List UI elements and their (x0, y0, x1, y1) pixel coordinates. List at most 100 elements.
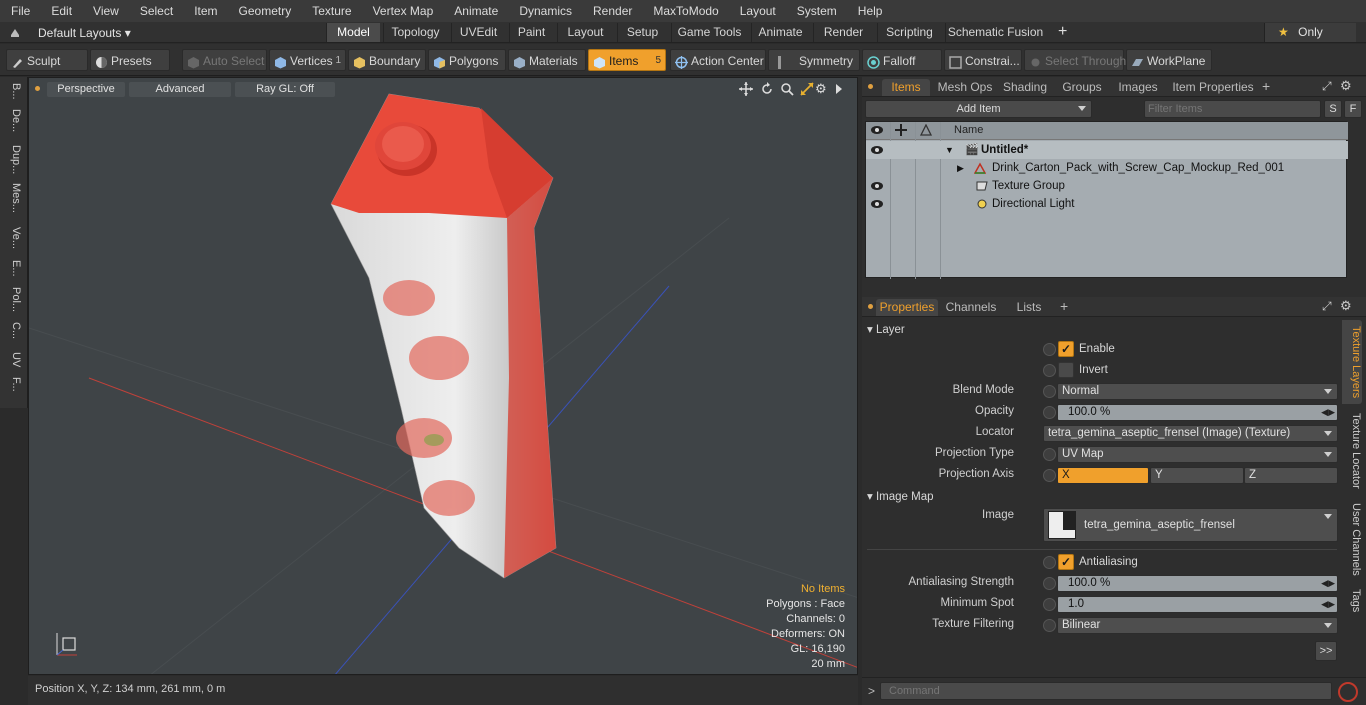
enable-anim-dot[interactable] (1043, 343, 1056, 356)
boundary-button[interactable]: Boundary (348, 49, 426, 71)
left-tab-2[interactable]: Dup... (4, 145, 22, 174)
default-layouts-dropdown[interactable]: Default Layouts ▾ (38, 24, 131, 42)
more-properties-button[interactable]: >> (1315, 641, 1337, 661)
properties-panel-expand-icon[interactable]: ⤢ (1322, 299, 1332, 314)
command-record-icon[interactable] (1338, 682, 1358, 702)
projection-axis-y[interactable]: Y (1150, 467, 1244, 484)
menu-select[interactable]: Select (129, 0, 183, 22)
menu-file[interactable]: File (0, 0, 40, 22)
menu-maxtomodo[interactable]: MaxToModo (642, 0, 728, 22)
tab-tags[interactable]: Tags (1342, 584, 1362, 618)
antialiasing-strength-slider[interactable]: 100.0 % ◀▶ (1057, 575, 1338, 592)
left-tab-3[interactable]: Mes... (4, 183, 22, 213)
invert-anim-dot[interactable] (1043, 364, 1056, 377)
panel-menu-dot[interactable] (868, 84, 873, 89)
fit-view-icon[interactable] (800, 82, 814, 99)
tab-texture-layers[interactable]: Texture Layers (1342, 320, 1362, 404)
layout-tab-layout[interactable]: Layout (557, 23, 613, 42)
move-view-icon[interactable] (739, 82, 753, 99)
layout-tab-uvedit[interactable]: UVEdit (451, 23, 505, 42)
menu-help[interactable]: Help (847, 0, 893, 22)
menu-render[interactable]: Render (582, 0, 642, 22)
minimum-spot-slider[interactable]: 1.0 ◀▶ (1057, 596, 1338, 613)
menu-vertex-map[interactable]: Vertex Map (362, 0, 444, 22)
tab-item-properties[interactable]: Item Properties (1166, 79, 1260, 96)
auto-select-button[interactable]: Auto Select (182, 49, 267, 71)
command-input[interactable] (880, 682, 1332, 700)
tab-groups[interactable]: Groups (1054, 79, 1110, 96)
menu-animate[interactable]: Animate (443, 0, 508, 22)
properties-panel-gear-icon[interactable]: ⚙ (1340, 298, 1352, 314)
filter-s-button[interactable]: S (1324, 100, 1342, 118)
visibility-eye-icon[interactable] (870, 198, 884, 216)
layout-tab-model[interactable]: Model (326, 23, 380, 42)
tab-user-channels[interactable]: User Channels (1342, 498, 1362, 580)
image-dropdown[interactable]: tetra_gemina_aseptic_frensel (1043, 508, 1338, 542)
item-row-directional-light[interactable]: Directional Light (866, 195, 1348, 213)
projection-type-dropdown[interactable]: UV Map (1057, 446, 1338, 463)
left-tab-1[interactable]: De... (4, 109, 22, 132)
viewport-expand-arrow-icon[interactable] (834, 82, 844, 99)
tab-texture-locator[interactable]: Texture Locator (1342, 408, 1362, 494)
menu-texture[interactable]: Texture (301, 0, 361, 22)
expand-triangle-icon[interactable]: ▼ (945, 141, 954, 159)
raygl-button[interactable]: Ray GL: Off (235, 82, 335, 97)
layout-tab-animate[interactable]: Animate (751, 23, 809, 42)
items-panel-expand-icon[interactable]: ⤢ (1322, 79, 1332, 94)
rotate-view-icon[interactable] (760, 82, 774, 99)
layout-tab-schematic-fusion[interactable]: Schematic Fusion (945, 23, 1045, 42)
menu-edit[interactable]: Edit (40, 0, 82, 22)
slider-arrows-icon[interactable]: ◀▶ (1321, 576, 1335, 591)
polygons-button[interactable]: Polygons (428, 49, 506, 71)
projection-axis-z[interactable]: Z (1244, 467, 1338, 484)
tab-shading[interactable]: Shading (1000, 79, 1050, 96)
viewport-menu-dot[interactable] (35, 86, 40, 91)
items-button[interactable]: Items 5 (588, 49, 666, 71)
menu-layout[interactable]: Layout (729, 0, 786, 22)
layout-tab-scripting[interactable]: Scripting (877, 23, 941, 42)
item-row-carton-mesh[interactable]: ▶ Drink_Carton_Pack_with_Screw_Cap_Mocku… (866, 159, 1348, 177)
expand-triangle-icon[interactable]: ▶ (957, 159, 964, 177)
layout-tab-setup[interactable]: Setup (617, 23, 667, 42)
filter-f-button[interactable]: F (1344, 100, 1362, 118)
advanced-button[interactable]: Advanced (129, 82, 231, 97)
blend-mode-anim-dot[interactable] (1043, 385, 1056, 398)
texture-filtering-anim-dot[interactable] (1043, 619, 1056, 632)
3d-viewport[interactable]: Perspective Advanced Ray GL: Off ⚙ No It… (28, 77, 858, 675)
zoom-view-icon[interactable] (780, 82, 794, 99)
menu-dynamics[interactable]: Dynamics (508, 0, 582, 22)
tab-mesh-ops[interactable]: Mesh Ops (934, 79, 996, 96)
item-row-untitled[interactable]: ▼ 🎬 Untitled* (866, 141, 1348, 159)
add-item-dropdown[interactable]: Add Item (865, 100, 1092, 118)
menu-item[interactable]: Item (183, 0, 227, 22)
antialiasing-checkbox[interactable]: ✓ (1058, 554, 1074, 570)
add-items-tab-button[interactable]: + (1262, 78, 1270, 94)
tab-properties[interactable]: Properties (876, 299, 938, 316)
layout-tab-game-tools[interactable]: Game Tools (671, 23, 747, 42)
minimum-spot-anim-dot[interactable] (1043, 598, 1056, 611)
type-header-icon[interactable] (919, 123, 933, 139)
left-tab-5[interactable]: E... (4, 260, 22, 277)
menu-system[interactable]: System (786, 0, 847, 22)
only-toggle[interactable]: ★ Only (1264, 23, 1356, 42)
presets-button[interactable]: Presets (90, 49, 170, 71)
sculpt-button[interactable]: Sculpt (6, 49, 88, 71)
item-row-texture-group[interactable]: Texture Group (866, 177, 1348, 195)
visibility-header-eye-icon[interactable] (870, 124, 884, 139)
antialiasing-strength-anim-dot[interactable] (1043, 577, 1056, 590)
layout-tab-paint[interactable]: Paint (509, 23, 553, 42)
add-properties-tab-button[interactable]: + (1060, 298, 1068, 314)
workplane-button[interactable]: WorkPlane (1126, 49, 1212, 71)
tab-channels[interactable]: Channels (942, 299, 1000, 316)
menu-view[interactable]: View (82, 0, 129, 22)
items-panel-gear-icon[interactable]: ⚙ (1340, 78, 1352, 94)
left-tab-6[interactable]: Pol... (4, 287, 22, 312)
projection-axis-anim-dot[interactable] (1043, 469, 1056, 482)
tab-items[interactable]: Items (882, 79, 930, 96)
vertices-button[interactable]: Vertices 1 (269, 49, 346, 71)
falloff-button[interactable]: Falloff (862, 49, 942, 71)
symmetry-button[interactable]: Symmetry (768, 49, 860, 71)
opacity-slider[interactable]: 100.0 % ◀▶ (1057, 404, 1338, 421)
left-tab-0[interactable]: B... (4, 83, 22, 100)
layout-pin-icon[interactable] (9, 26, 21, 38)
